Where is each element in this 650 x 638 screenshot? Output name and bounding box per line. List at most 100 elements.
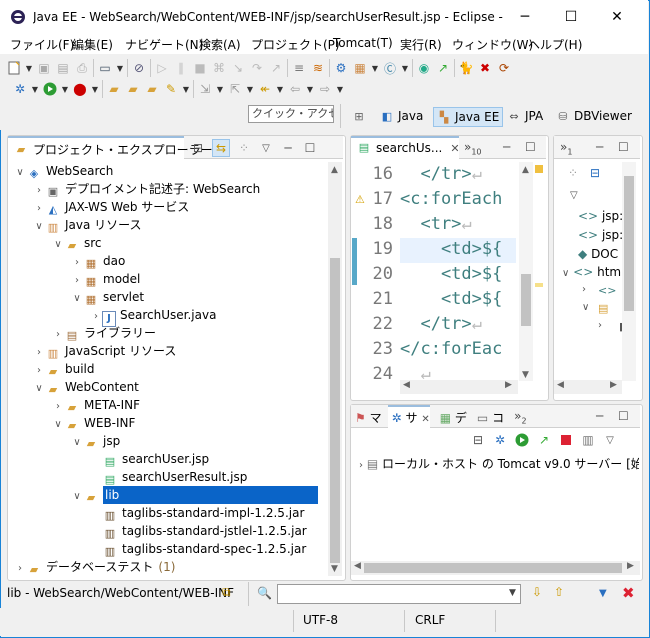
save-all-icon[interactable]: ▤ (55, 60, 71, 76)
new-server-dropdown-icon[interactable]: ▼ (371, 60, 379, 76)
editor-scroll-left-icon[interactable]: ◀ (403, 380, 410, 390)
perspective-java[interactable]: ◧ Java (380, 107, 424, 125)
overview-occurrence-marker[interactable] (535, 283, 543, 287)
open-perspective-button[interactable]: ⊞ (352, 107, 370, 125)
overview-warning-marker[interactable] (535, 165, 543, 173)
publish-server-icon[interactable]: ▥ (580, 432, 596, 448)
tree-item[interactable]: ∨ ▰ lib (71, 486, 318, 504)
outline-scrollbar-thumb[interactable] (624, 176, 634, 311)
expanded-twisty-icon[interactable]: ∨ (71, 488, 83, 506)
menu-file[interactable]: ファイル(F) (10, 36, 74, 53)
find-history-dropdown-icon[interactable]: ▼ (509, 588, 516, 598)
outline-scroll-right-icon[interactable]: ▶ (610, 380, 617, 390)
quick-access-input[interactable]: クイック・アクセス (248, 105, 334, 123)
tree-item[interactable]: › ▥ JavaScript リソース (33, 342, 176, 360)
editor-h-scrollbar[interactable] (400, 380, 518, 394)
search-tool-icon[interactable]: ✎ (163, 81, 179, 97)
tree-item[interactable]: ▤ searchUser.jsp (90, 450, 209, 468)
step-into-icon[interactable]: ↘ (230, 60, 246, 76)
perspective-jpa[interactable]: ⇔ JPA (507, 107, 543, 125)
terminal-dropdown-icon[interactable]: ▼ (116, 60, 124, 76)
next-annotation-icon[interactable]: ⇲ (197, 81, 213, 97)
code-line[interactable]: <td>${ (400, 237, 516, 262)
menu-project[interactable]: プロジェクト(P) (251, 36, 340, 53)
skip-breakpoints-icon[interactable]: ⊘ (131, 60, 147, 76)
last-edit-icon[interactable]: ↞ (257, 81, 273, 97)
outline-item[interactable]: <> jsp: (578, 228, 623, 242)
outline-child-twisty-icon[interactable]: › (582, 284, 586, 295)
expanded-twisty-icon[interactable]: ∨ (52, 236, 64, 254)
editor-maximize-icon[interactable]: ☐ (525, 140, 536, 154)
editor-scroll-right-icon[interactable]: ▶ (505, 380, 512, 390)
outline-toolbar-icon[interactable]: ⁘ (568, 166, 578, 180)
prev-annotation-icon[interactable]: ⇱ (227, 81, 243, 97)
menu-run[interactable]: 実行(R) (400, 36, 442, 53)
tree-item[interactable]: ∨ ▥ Java リソース (33, 216, 141, 234)
open-type-icon[interactable]: ▰ (106, 81, 122, 97)
tree-item[interactable]: › ◭ JAX-WS Web サービス (33, 198, 189, 216)
forward-dropdown-icon[interactable]: ▼ (336, 81, 344, 97)
tab-servers-label-wrap[interactable]: ✲ サ ✕ (392, 409, 430, 426)
debug-server-icon[interactable]: ✲ (492, 432, 508, 448)
copy-path-icon[interactable]: ⧉ (222, 585, 231, 600)
tomcat-restart-icon[interactable]: ⟳ (496, 60, 512, 76)
close-button[interactable]: ✕ (594, 0, 640, 33)
tomcat-cat-icon[interactable]: 🐈 (458, 60, 474, 76)
servers-minimize-icon[interactable]: ─ (596, 409, 603, 423)
collapse-servers-icon[interactable]: ⊟ (470, 432, 486, 448)
tree-item[interactable]: › ▰ META-INF (52, 396, 140, 414)
scroll-up-icon[interactable]: ▲ (331, 165, 338, 175)
menu-search[interactable]: 検索(A) (199, 36, 241, 53)
menu-help[interactable]: ヘルプ(H) (528, 36, 582, 53)
maximize-button[interactable]: ☐ (548, 0, 594, 33)
tab-data-source[interactable]: ▦ デ (440, 409, 467, 426)
minimize-button[interactable]: ─ (502, 0, 548, 33)
open-task-icon[interactable]: ▰ (125, 81, 141, 97)
outline-root-twisty[interactable]: ▽ (570, 190, 578, 201)
find-next-icon[interactable]: ⇩ (532, 585, 542, 599)
prev-annotation-dropdown-icon[interactable]: ▼ (246, 81, 254, 97)
menu-navigate[interactable]: ナビゲート(N) (125, 36, 203, 53)
toggle-occurrences-icon[interactable]: ≋ (310, 60, 326, 76)
tree-item[interactable]: ▥ taglibs-standard-spec-1.2.5.jar (90, 540, 306, 558)
outline-child-twisty-icon[interactable]: › (598, 320, 602, 331)
outline-item[interactable]: ◆ DOC (578, 247, 618, 261)
tree-item[interactable]: › ▣ デプロイメント記述子: WebSearch (33, 180, 260, 198)
editor-scroll-down-icon[interactable]: ▼ (522, 370, 529, 380)
scroll-down-icon[interactable]: ▼ (331, 564, 338, 574)
tree-item[interactable]: ▥ taglibs-standard-jstlel-1.2.5.jar (90, 522, 307, 540)
menu-edit[interactable]: 編集(E) (72, 36, 113, 53)
expanded-twisty-icon[interactable]: ∨ (71, 434, 83, 452)
servers-view-menu-icon[interactable]: ▽ (602, 432, 618, 448)
last-edit-dropdown-icon[interactable]: ▼ (276, 81, 284, 97)
run-dropdown-icon[interactable]: ▼ (61, 81, 69, 97)
back-dropdown-icon[interactable]: ▼ (306, 81, 314, 97)
tree-item[interactable]: › ▰ データベーステスト (1) (14, 558, 175, 576)
tree-item[interactable]: › ▦ dao (71, 252, 125, 270)
server-row-twisty-icon[interactable]: › (359, 460, 363, 471)
terminal-icon[interactable]: ▭ (97, 60, 113, 76)
servers-scroll-left-icon[interactable]: ◀ (354, 561, 361, 571)
tab-console[interactable]: ▭ コ (477, 409, 504, 426)
debug-icon[interactable]: ✲ (12, 81, 28, 97)
find-options-icon[interactable]: ▼ (599, 588, 607, 599)
outline-minimize-icon[interactable]: ─ (596, 140, 603, 154)
tomcat-stop-icon[interactable]: ✖ (477, 60, 493, 76)
servers-overflow-tabs[interactable]: »2 (514, 409, 526, 425)
editor-scroll-up-icon[interactable]: ▲ (522, 165, 529, 175)
outline-item[interactable]: ∨ <> htm (562, 265, 621, 279)
tree-item[interactable]: › J SearchUser.java (90, 306, 216, 327)
menu-window[interactable]: ウィンドウ(W) (452, 36, 533, 53)
back-icon[interactable]: ⇦ (287, 81, 303, 97)
tab-markers[interactable]: ⚑ マ (355, 409, 382, 426)
settings-gear-icon[interactable]: ⚙ (333, 60, 349, 76)
tree-item[interactable]: ∨ ▰ src (52, 234, 101, 254)
new-java-class-dropdown-icon[interactable]: ▼ (401, 60, 409, 76)
code-line[interactable]: </tr>↵ (400, 312, 516, 337)
tree-item[interactable]: ∨ ◈ WebSearch (14, 162, 113, 180)
perspective-dbviewer[interactable]: ⛁ DBViewer (556, 107, 632, 125)
expanded-twisty-icon[interactable]: ∨ (14, 164, 26, 182)
tree-item[interactable]: › ▤ ライブラリー (52, 324, 156, 342)
outline-overflow-tabs[interactable]: »1 (560, 140, 572, 156)
menu-tomcat[interactable]: Tomcat(T) (333, 36, 393, 50)
